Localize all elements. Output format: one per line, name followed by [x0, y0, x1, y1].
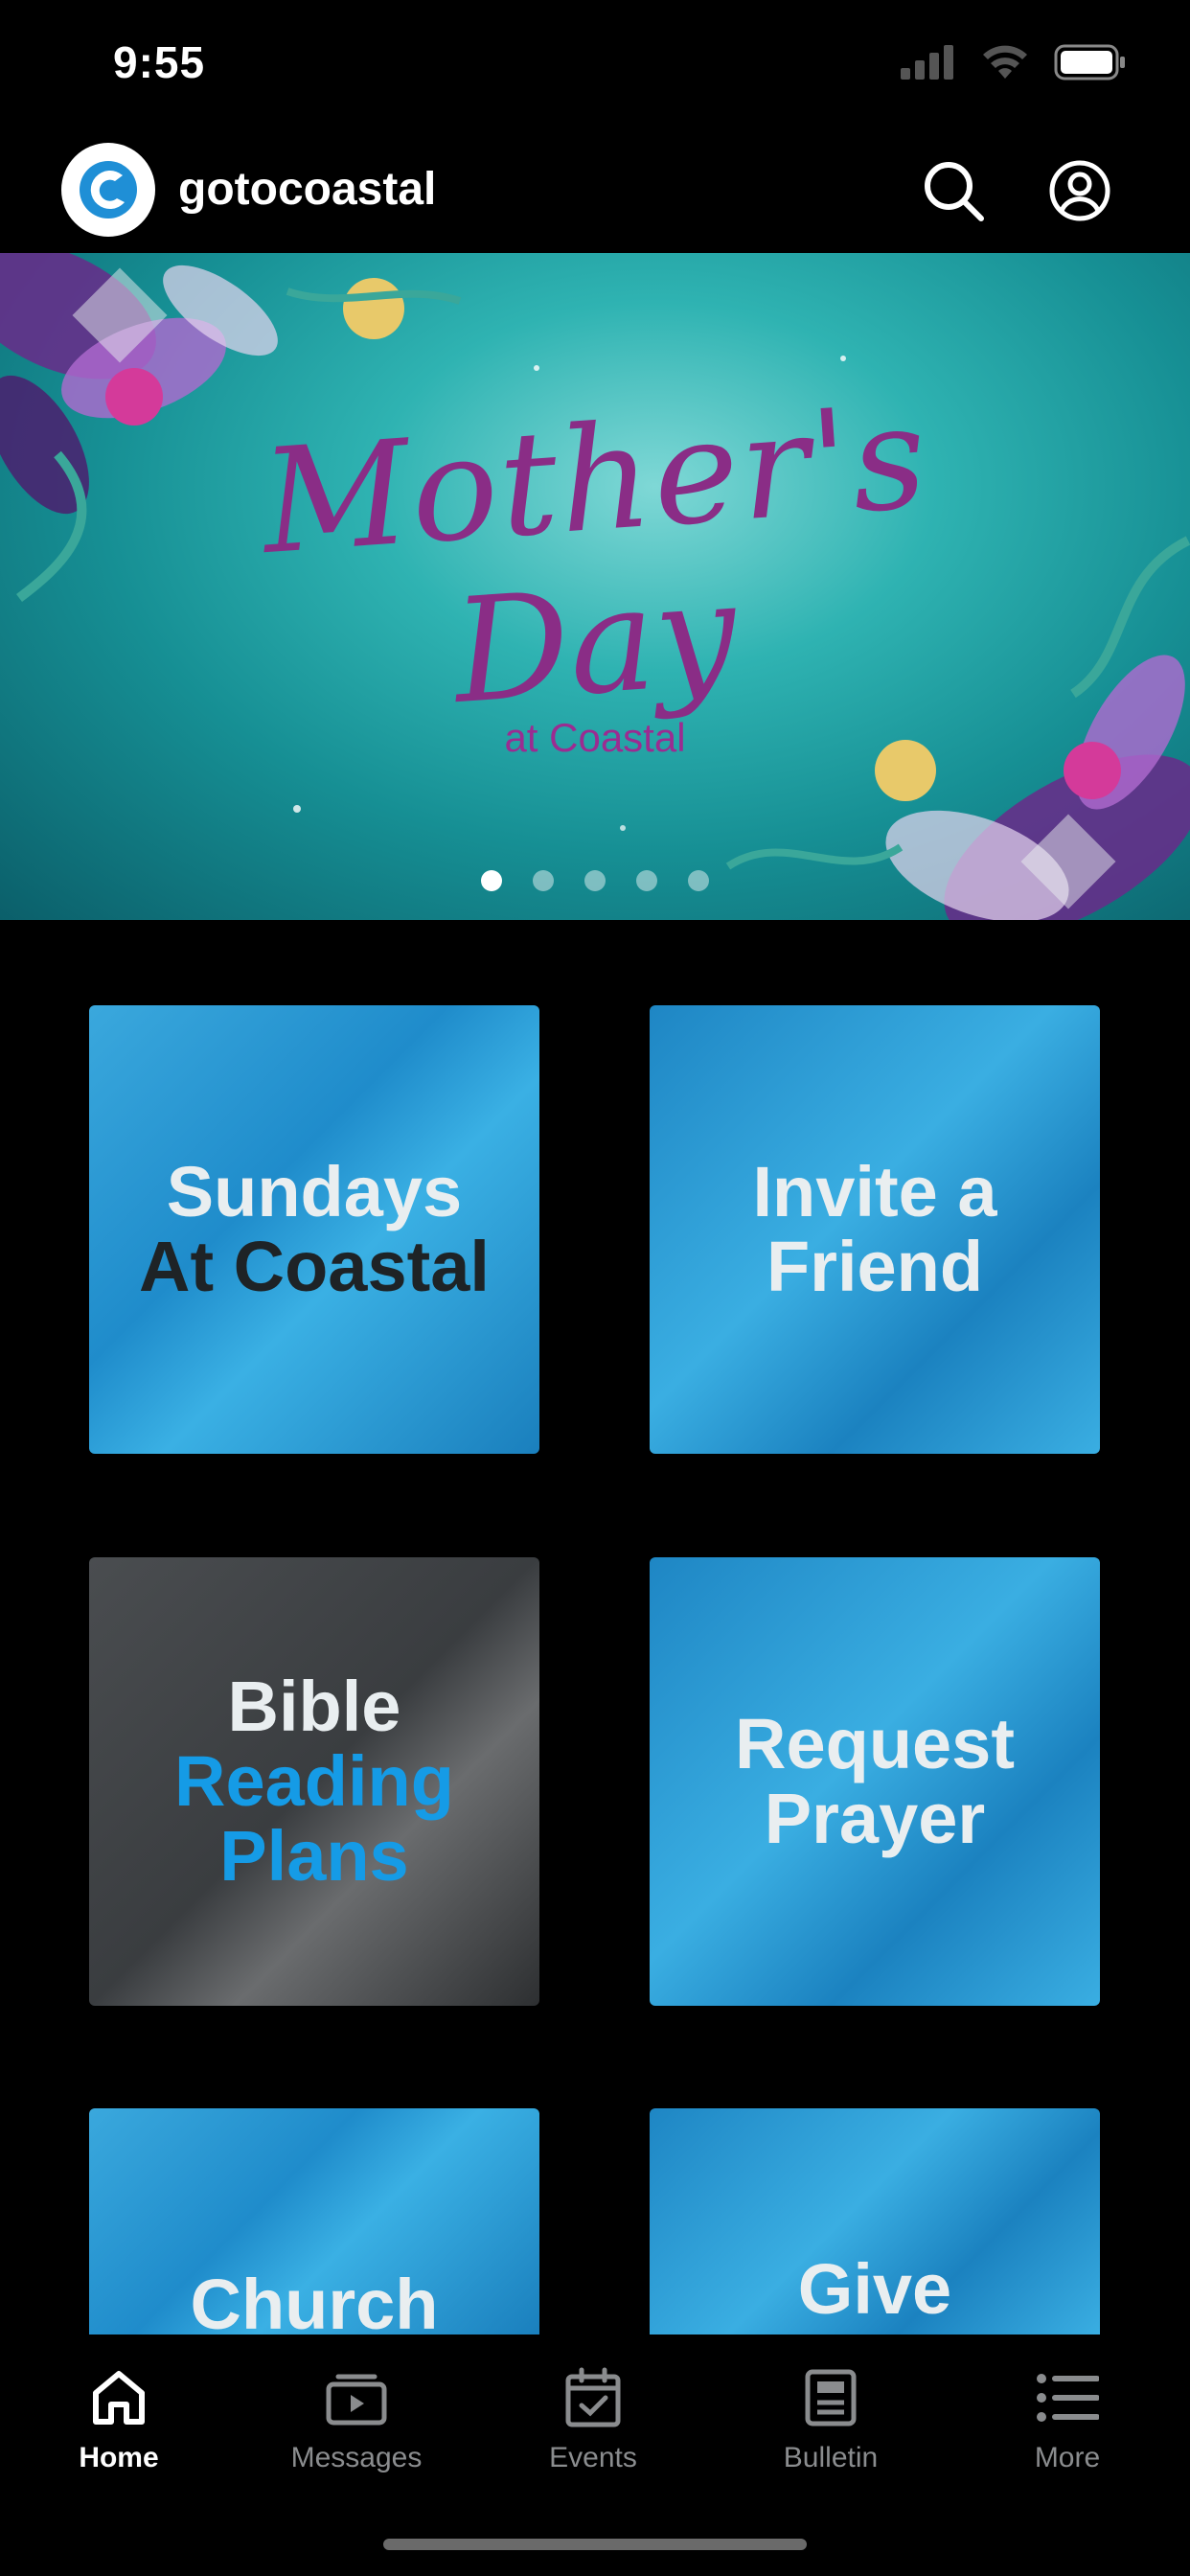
home-indicator[interactable]: [383, 2539, 807, 2550]
wifi-icon: [983, 45, 1027, 79]
tile-sundays-at-coastal[interactable]: Sundays At Coastal: [89, 1005, 539, 1454]
tile-church[interactable]: Church: [89, 2108, 539, 2334]
tile-label-line: Reading: [174, 1741, 454, 1821]
cellular-signal-icon: [901, 45, 953, 80]
app-header: gotocoastal: [0, 134, 1190, 253]
tab-label: Bulletin: [783, 2442, 879, 2473]
mothers-day-banner[interactable]: Mother's Day at Coastal: [0, 253, 1190, 920]
tile-give[interactable]: Give: [650, 2108, 1100, 2334]
tile-invite-a-friend[interactable]: Invite a Friend: [650, 1005, 1100, 1454]
tile-label-line: Plans: [219, 1816, 409, 1896]
tile-request-prayer[interactable]: Request Prayer: [650, 1557, 1100, 2006]
status-icons: [901, 44, 1127, 80]
tab-label: Events: [549, 2442, 637, 2473]
tab-label: Home: [79, 2442, 159, 2473]
tile-label-line: Request: [735, 1704, 1015, 1783]
tile-label-line: Prayer: [764, 1779, 986, 1858]
tab-bulletin[interactable]: Bulletin: [725, 2359, 936, 2474]
messages-icon: [326, 2374, 387, 2426]
calendar-icon: [565, 2367, 621, 2427]
tab-events[interactable]: Events: [488, 2359, 698, 2474]
search-icon: [925, 162, 984, 221]
tile-label-line: Invite a: [752, 1152, 997, 1231]
tab-more[interactable]: More: [962, 2359, 1173, 2474]
battery-icon: [1054, 44, 1125, 80]
carousel-dot-2[interactable]: [533, 870, 554, 891]
profile-icon: [1049, 160, 1110, 221]
tile-label-line: At Coastal: [139, 1227, 490, 1306]
list-icon: [1037, 2374, 1099, 2422]
home-icon: [93, 2371, 145, 2425]
bulletin-icon: [805, 2369, 857, 2426]
tab-messages[interactable]: Messages: [251, 2359, 462, 2474]
logo-mark-icon: [80, 161, 137, 218]
banner-subtitle: at Coastal: [504, 715, 686, 760]
carousel-dot-3[interactable]: [584, 870, 606, 891]
search-button[interactable]: [918, 155, 989, 226]
carousel-dots[interactable]: [0, 870, 1190, 891]
tile-label-line: Sundays: [166, 1152, 463, 1231]
profile-button[interactable]: [1044, 155, 1115, 226]
tile-label-line: Give: [797, 2249, 952, 2329]
brand-name: gotocoastal: [178, 164, 437, 215]
tab-home[interactable]: Home: [13, 2359, 224, 2474]
status-time: 9:55: [113, 37, 206, 87]
tab-label: Messages: [290, 2442, 423, 2473]
tab-label: More: [1034, 2442, 1101, 2473]
carousel-dot-5[interactable]: [688, 870, 709, 891]
tile-label-line: Friend: [766, 1227, 984, 1306]
carousel-dot-4[interactable]: [636, 870, 657, 891]
tile-bible-reading-plans[interactable]: Bible Reading Plans: [89, 1557, 539, 2006]
tile-label-line: Bible: [227, 1667, 401, 1746]
carousel-dot-1[interactable]: [481, 870, 502, 891]
status-bar: 9:55: [0, 0, 1190, 134]
tile-label-line: Church: [190, 2265, 439, 2335]
coastal-logo: [61, 143, 155, 237]
